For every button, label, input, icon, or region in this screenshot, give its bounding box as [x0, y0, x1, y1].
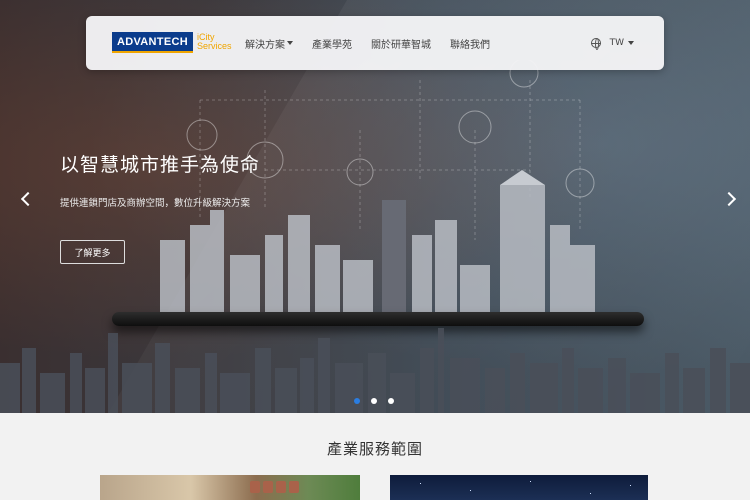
caret-down-icon	[628, 41, 634, 45]
carousel-dot-2[interactable]	[371, 398, 377, 404]
service-card-retail[interactable]	[100, 475, 360, 500]
navbar: ADVANTECH iCity Services 解決方案 產業學苑 關於研華智…	[86, 16, 664, 70]
carousel-next-arrow-icon[interactable]	[724, 190, 740, 208]
nav-item-label: 產業學苑	[312, 39, 352, 51]
nav-item-label: 解決方案	[245, 39, 285, 51]
hero-subtitle: 提供連鎖門店及商辦空間，數位升級解決方案	[60, 198, 251, 209]
carousel-dot-3[interactable]	[388, 398, 394, 404]
language-value: TW	[609, 38, 624, 48]
carousel-dot-1[interactable]	[354, 398, 360, 404]
carousel-indicators	[354, 398, 405, 404]
hero-title: 以智慧城市推手為使命	[60, 154, 261, 176]
nav-item-about[interactable]: 關於研華智城	[371, 36, 431, 51]
logo-brand: ADVANTECH	[112, 31, 193, 53]
logo-line2: Services	[196, 41, 232, 51]
logo-subtitle: iCity Services	[197, 33, 232, 51]
globe-icon	[590, 38, 601, 50]
nav-item-academy[interactable]: 產業學苑	[312, 36, 352, 51]
section-title: 產業服務範圍	[326, 440, 423, 458]
advantech-icity-logo[interactable]: ADVANTECH iCity Services	[112, 31, 231, 53]
nav-item-solutions[interactable]: 解決方案	[245, 36, 293, 51]
nav-item-contact[interactable]: 聯絡我們	[450, 36, 490, 51]
service-card-office[interactable]	[390, 475, 648, 500]
page: 以智慧城市推手為使命 提供連鎖門店及商辦空間，數位升級解決方案 了解更多 ADV…	[0, 0, 750, 500]
nav-menu: 解決方案 產業學苑 關於研華智城 聯絡我們	[245, 16, 509, 70]
carousel-prev-arrow-icon[interactable]	[18, 190, 34, 208]
nav-item-label: 聯絡我們	[450, 39, 490, 51]
caret-down-icon	[287, 41, 293, 45]
floating-city-illustration	[160, 170, 595, 315]
nav-item-label: 關於研華智城	[371, 39, 431, 51]
learn-more-button[interactable]: 了解更多	[60, 240, 125, 264]
language-selector[interactable]: TW	[590, 16, 634, 70]
